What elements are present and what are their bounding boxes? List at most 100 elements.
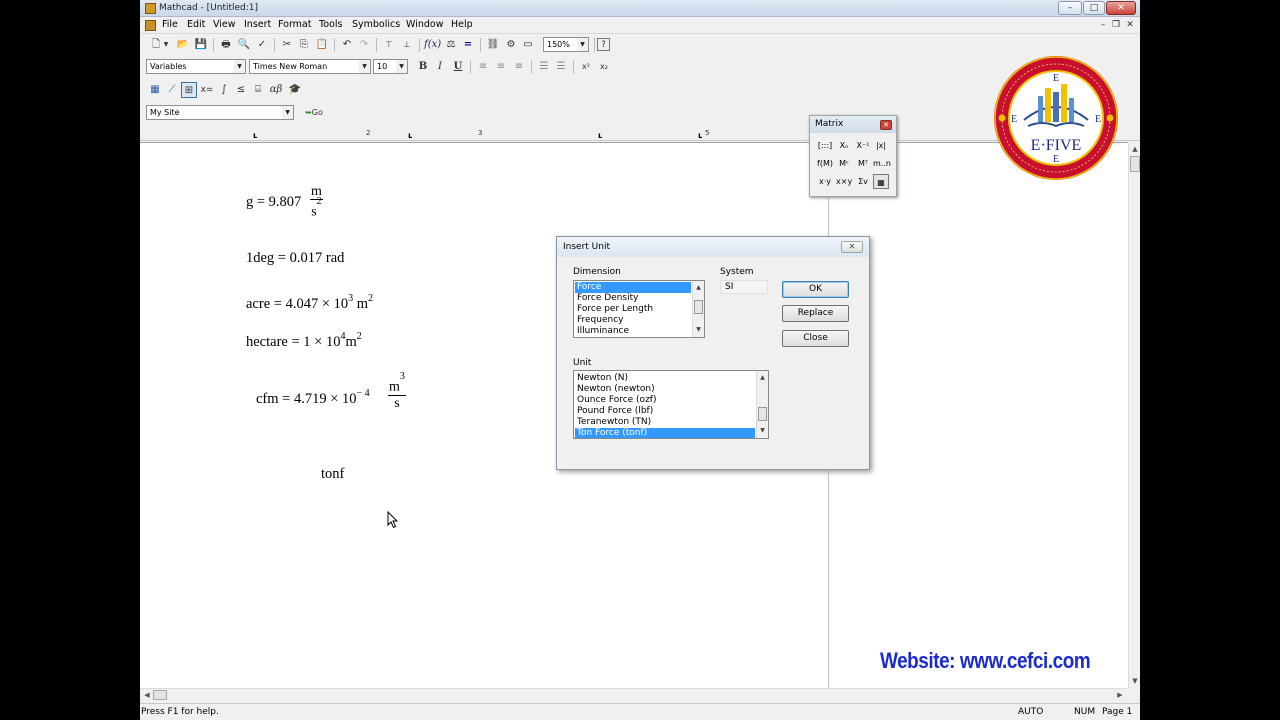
menu-format[interactable]: Format — [278, 19, 311, 30]
dimension-scrollbar[interactable]: ▲ ▼ — [692, 281, 704, 337]
list-item[interactable]: Force Density — [575, 293, 638, 304]
document-icon[interactable] — [145, 20, 156, 31]
scroll-left-icon[interactable]: ◀ — [141, 689, 153, 701]
scroll-down-icon[interactable]: ▼ — [757, 426, 768, 436]
vector-sum-button[interactable]: Σv — [855, 174, 871, 189]
graph-palette-icon[interactable]: ⟋ — [164, 82, 180, 98]
mdi-minimize-button[interactable]: – — [1097, 20, 1109, 31]
underline-button[interactable]: U — [450, 59, 466, 75]
picture-button[interactable]: ▦ — [873, 174, 889, 189]
symbolic-palette-icon[interactable]: 🎓 — [287, 82, 303, 98]
greek-palette-icon[interactable]: αβ — [268, 82, 284, 98]
ruler[interactable]: ʟ 2 ʟ 3 ʟ 4 ʟ 5 1 — [140, 128, 1140, 141]
horizontal-scrollbar[interactable]: ◀ ▶ — [140, 688, 1128, 701]
dot-product-button[interactable]: x·y — [817, 174, 833, 189]
menu-window[interactable]: Window — [406, 19, 443, 30]
scroll-thumb[interactable] — [1130, 156, 1140, 172]
cross-product-button[interactable]: x×y — [836, 174, 852, 189]
vertical-scrollbar[interactable]: ▲ ▼ — [1128, 142, 1140, 688]
list-item[interactable]: Teranewton (TN) — [575, 417, 651, 428]
insert-unit-icon[interactable]: ⚖ — [443, 37, 459, 53]
align-down-icon[interactable]: ⊥ — [399, 37, 415, 53]
region-cfm[interactable]: cfm = 4.719 × 10− 4 — [256, 388, 370, 408]
mdi-close-button[interactable]: ✕ — [1124, 20, 1136, 31]
cut-icon[interactable]: ✂ — [279, 37, 295, 53]
align-top-icon[interactable]: ⊤ — [381, 37, 397, 53]
region-hectare[interactable]: hectare = 1 × 104m2 — [246, 331, 362, 351]
font-select[interactable]: Times New Roman ▼ — [249, 59, 371, 74]
redo-icon[interactable]: ↷ — [356, 37, 372, 53]
new-dropdown-icon[interactable]: ▼ — [162, 37, 170, 53]
list-item[interactable]: Newton (newton) — [575, 384, 655, 395]
unit-scrollbar[interactable]: ▲ ▼ — [756, 371, 768, 438]
subscript-button[interactable]: x₂ — [596, 59, 612, 75]
help-icon[interactable]: ? — [597, 38, 610, 51]
menu-file[interactable]: File — [162, 19, 178, 30]
list-item[interactable]: Ounce Force (ozf) — [575, 395, 656, 406]
maximize-button[interactable]: □ — [1083, 1, 1105, 15]
matrix-inverse-button[interactable]: X⁻¹ — [855, 138, 871, 153]
menu-view[interactable]: View — [213, 19, 236, 30]
unit-list[interactable]: Newton (N) Newton (newton) Ounce Force (… — [573, 370, 769, 439]
ruler-tab-stop[interactable]: ʟ — [408, 131, 412, 140]
programming-palette-icon[interactable]: ⌸ — [250, 82, 266, 98]
menu-symbolics[interactable]: Symbolics — [352, 19, 400, 30]
determinant-button[interactable]: |x| — [873, 138, 889, 153]
scroll-thumb[interactable] — [694, 300, 703, 314]
region-acre[interactable]: acre = 4.047 × 103 m2 — [246, 293, 373, 313]
minimize-button[interactable]: – — [1058, 1, 1082, 15]
ok-button[interactable]: OK — [782, 281, 849, 298]
font-size-select[interactable]: 10 ▼ — [373, 59, 408, 74]
range-variable-button[interactable]: m..n — [873, 156, 891, 171]
calculate-icon[interactable]: = — [460, 37, 476, 53]
vectorize-button[interactable]: f(M) — [817, 156, 833, 171]
menu-insert[interactable]: Insert — [244, 19, 271, 30]
region-degree[interactable]: 1deg = 0.017 rad — [246, 250, 344, 267]
bold-button[interactable]: B — [415, 59, 431, 75]
ruler-tab-stop[interactable]: ʟ — [598, 131, 602, 140]
region-gravity[interactable]: g = 9.807 — [246, 194, 301, 211]
mdi-restore-button[interactable]: ❐ — [1110, 20, 1122, 31]
open-folder-icon[interactable]: 📂 — [175, 37, 191, 53]
list-item[interactable]: Newton (N) — [575, 373, 628, 384]
bullets-icon[interactable]: ☰ — [536, 59, 552, 75]
print-icon[interactable]: 🖶 — [218, 37, 234, 53]
evaluation-palette-icon[interactable]: x= — [199, 82, 215, 98]
region-tonf[interactable]: tonf — [321, 466, 344, 483]
go-button[interactable]: ➥Go — [300, 105, 328, 121]
style-select[interactable]: Variables ▼ — [146, 59, 246, 74]
list-item[interactable]: Illuminance — [575, 326, 629, 337]
menu-help[interactable]: Help — [451, 19, 473, 30]
scroll-up-icon[interactable]: ▲ — [1129, 143, 1140, 155]
list-item[interactable]: Pound Force (lbf) — [575, 406, 653, 417]
insert-hyperlink-icon[interactable]: ⛓ — [485, 37, 501, 53]
ruler-tab-stop[interactable]: ʟ — [253, 131, 257, 140]
matrix-column-button[interactable]: Mᶜ — [836, 156, 852, 171]
close-button[interactable]: Close — [782, 330, 849, 347]
paste-icon[interactable]: 📋 — [314, 37, 330, 53]
insert-matrix-button[interactable]: [:::] — [817, 138, 833, 153]
list-item[interactable]: Ton Force (tonf) — [575, 428, 755, 438]
align-center-icon[interactable]: ≡ — [493, 59, 509, 75]
list-item[interactable]: Force — [575, 282, 691, 293]
copy-icon[interactable]: ⎘ — [296, 37, 312, 53]
italic-button[interactable]: I — [432, 59, 448, 75]
boolean-palette-icon[interactable]: ≤ — [233, 82, 249, 98]
align-right-icon[interactable]: ≡ — [511, 59, 527, 75]
replace-button[interactable]: Replace — [782, 305, 849, 322]
scroll-down-icon[interactable]: ▼ — [1129, 675, 1140, 687]
scroll-right-icon[interactable]: ▶ — [1114, 689, 1126, 701]
scroll-thumb[interactable] — [153, 690, 167, 700]
print-preview-icon[interactable]: 🔍 — [236, 37, 252, 53]
scroll-down-icon[interactable]: ▼ — [693, 325, 704, 335]
align-left-icon[interactable]: ≡ — [475, 59, 491, 75]
calculus-palette-icon[interactable]: ∫ — [216, 82, 232, 98]
scroll-up-icon[interactable]: ▲ — [757, 373, 768, 383]
undo-icon[interactable]: ↶ — [339, 37, 355, 53]
close-window-button[interactable]: ✕ — [1106, 1, 1136, 15]
site-select[interactable]: My Site ▼ — [146, 105, 294, 120]
component-wizard-icon[interactable]: ⚙ — [503, 37, 519, 53]
transpose-button[interactable]: Mᵀ — [855, 156, 871, 171]
scroll-thumb[interactable] — [758, 407, 767, 421]
list-item[interactable]: Force per Length — [575, 304, 653, 315]
